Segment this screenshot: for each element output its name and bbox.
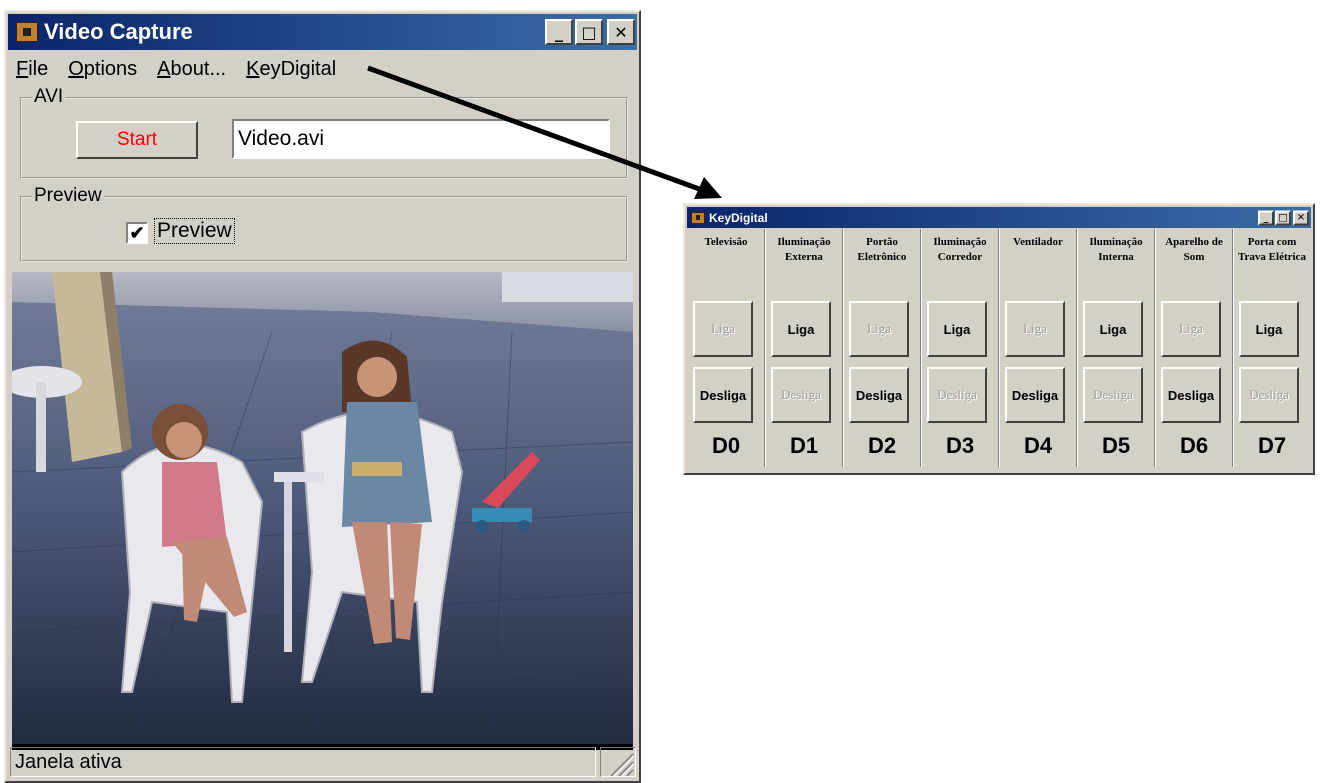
menu-keydigital-label: eyDigital	[259, 57, 337, 80]
status-text: Janela ativa	[10, 747, 596, 777]
keydigital-close-button[interactable]: ✕	[1293, 210, 1309, 225]
channel-label: Portão Eletrônico	[857, 236, 907, 263]
channel-label: Iluminação Interna	[1089, 236, 1143, 263]
status-bar: Janela ativa	[8, 745, 637, 779]
channel-column: Ventilador Liga Desliga D4	[999, 229, 1077, 459]
output-label: D0	[711, 433, 741, 458]
output-label: D7	[1257, 433, 1287, 458]
preview-group: Preview ✔ Preview	[20, 186, 628, 262]
desliga-button[interactable]: Desliga	[771, 367, 831, 423]
liga-button[interactable]: Liga	[1239, 301, 1299, 357]
channel-column: Porta com Trava Elétrica Liga Desliga D7	[1233, 229, 1311, 459]
output-label: D1	[789, 433, 819, 458]
desliga-button[interactable]: Desliga	[1161, 367, 1221, 423]
desliga-button[interactable]: Desliga	[1005, 367, 1065, 423]
video-capture-titlebar[interactable]: Video Capture _ □ ✕	[8, 14, 637, 50]
keydigital-window: KeyDigital _ □ ✕ Televisão Liga Desliga D0 I…	[683, 203, 1315, 475]
keydigital-maximize-button[interactable]: □	[1275, 210, 1291, 225]
desliga-button[interactable]: Desliga	[927, 367, 987, 423]
keydigital-window-controls: _ □ ✕	[1257, 210, 1309, 225]
channel-label: Televisão	[704, 236, 748, 248]
output-label: D3	[945, 433, 975, 458]
preview-checkbox-label[interactable]: Preview	[154, 218, 235, 244]
menu-bar: File Options About... KeyDigital	[8, 52, 637, 86]
liga-button[interactable]: Liga	[693, 301, 753, 357]
channel-label: Aparelho de Som	[1165, 236, 1223, 263]
channel-label: Iluminação Corredor	[933, 236, 987, 263]
menu-file-mnemonic: F	[16, 57, 29, 80]
output-label: D6	[1179, 433, 1209, 458]
channel-column: Iluminação Corredor Liga Desliga D3	[921, 229, 999, 459]
start-button[interactable]: Start	[76, 121, 198, 159]
desliga-button[interactable]: Desliga	[849, 367, 909, 423]
desliga-button[interactable]: Desliga	[1239, 367, 1299, 423]
avi-group: AVI Start	[20, 87, 628, 179]
menu-options-mnemonic: O	[68, 57, 84, 80]
preview-group-legend: Preview	[32, 185, 104, 206]
menu-options[interactable]: Options	[68, 58, 137, 81]
avi-group-legend: AVI	[32, 86, 66, 107]
desliga-button[interactable]: Desliga	[693, 367, 753, 423]
channel-column: Portão Eletrônico Liga Desliga D2	[843, 229, 921, 459]
output-label: D2	[867, 433, 897, 458]
liga-button[interactable]: Liga	[927, 301, 987, 357]
video-capture-window: Video Capture _ □ ✕ File Options About..…	[4, 10, 641, 783]
channel-column: Iluminação Interna Liga Desliga D5	[1077, 229, 1155, 459]
filename-input[interactable]	[232, 119, 610, 159]
output-label: D4	[1023, 433, 1053, 458]
channel-column: Televisão Liga Desliga D0	[687, 229, 765, 459]
keydigital-minimize-button[interactable]: _	[1258, 210, 1274, 225]
menu-about-label: bout...	[170, 57, 227, 80]
liga-button[interactable]: Liga	[1005, 301, 1065, 357]
camera-icon	[691, 211, 705, 224]
liga-button[interactable]: Liga	[771, 301, 831, 357]
window-title: Video Capture	[44, 19, 193, 44]
maximize-button[interactable]: □	[575, 19, 603, 45]
keydigital-titlebar[interactable]: KeyDigital _ □ ✕	[687, 207, 1311, 228]
close-button[interactable]: ✕	[607, 19, 635, 45]
menu-about[interactable]: About...	[157, 58, 226, 81]
minimize-button[interactable]: _	[545, 19, 573, 45]
channel-label: Iluminação Externa	[777, 236, 831, 263]
channel-column: Aparelho de Som Liga Desliga D6	[1155, 229, 1233, 459]
liga-button[interactable]: Liga	[1083, 301, 1143, 357]
menu-options-label: ptions	[83, 57, 138, 80]
window-controls: _ □ ✕	[543, 19, 635, 45]
menu-keydigital-mnemonic: K	[246, 57, 260, 80]
resize-grip[interactable]	[600, 747, 636, 778]
desliga-button[interactable]: Desliga	[1083, 367, 1143, 423]
menu-keydigital[interactable]: KeyDigital	[246, 58, 336, 81]
output-label: D5	[1101, 433, 1131, 458]
camera-icon	[16, 22, 38, 42]
menu-file[interactable]: File	[16, 58, 48, 81]
resize-grip-icon	[610, 753, 635, 778]
menu-file-label: ile	[28, 57, 49, 80]
preview-checkbox[interactable]: ✔	[126, 222, 148, 244]
keydigital-title: KeyDigital	[709, 210, 768, 225]
wall-block	[502, 272, 633, 302]
channel-column: Iluminação Externa Liga Desliga D1	[765, 229, 843, 459]
liga-button[interactable]: Liga	[1161, 301, 1221, 357]
video-preview	[12, 272, 633, 744]
liga-button[interactable]: Liga	[849, 301, 909, 357]
channel-label: Ventilador	[1013, 236, 1063, 248]
menu-about-mnemonic: A	[157, 57, 171, 80]
channel-label: Porta com Trava Elétrica	[1238, 236, 1306, 263]
